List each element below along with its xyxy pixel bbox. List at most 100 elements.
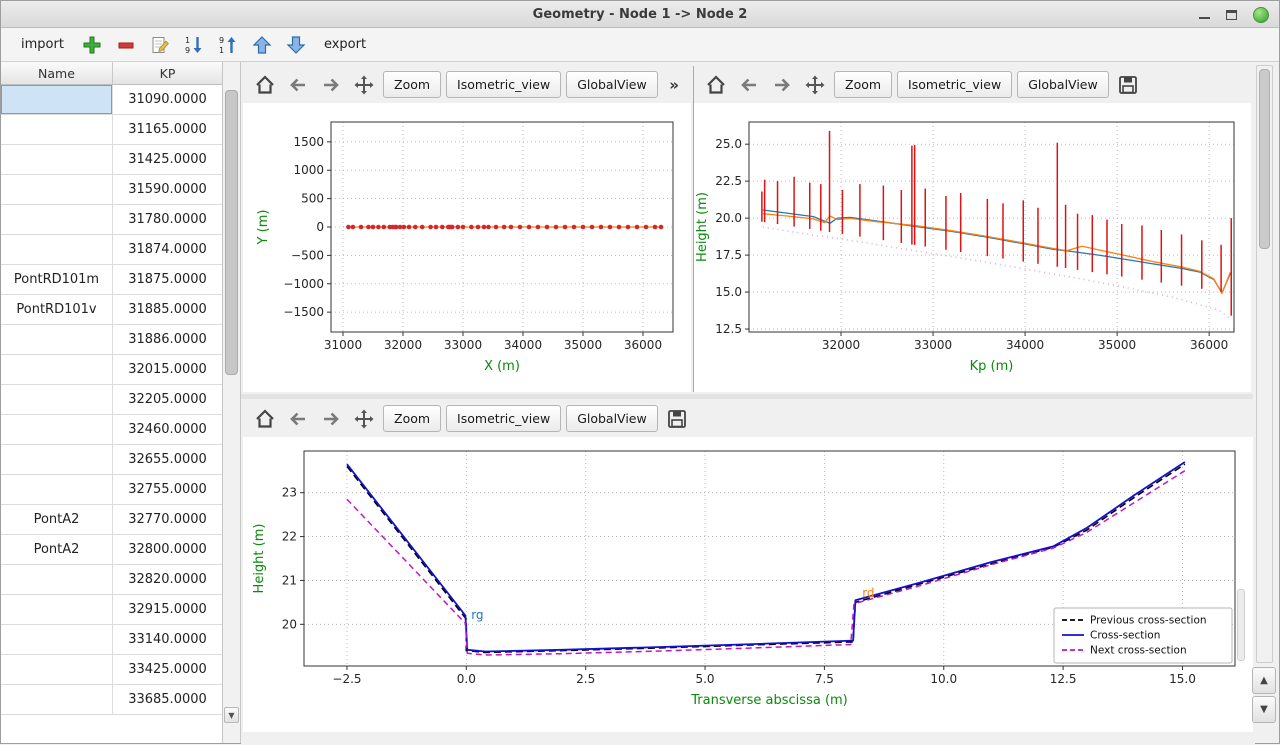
sort-descending-button[interactable]: 19 — [180, 31, 208, 59]
table-scrollbar[interactable]: ▼ — [223, 62, 241, 743]
cross-section-chart[interactable]: −2.50.02.55.07.510.012.515.020212223Tran… — [243, 437, 1251, 730]
table-scrollbar-thumb[interactable] — [225, 90, 238, 375]
cell-kp[interactable]: 32015.0000 — [113, 355, 222, 384]
cell-name[interactable] — [1, 325, 113, 354]
pan-button[interactable] — [350, 71, 378, 99]
table-row[interactable]: 32915.0000 — [1, 595, 222, 625]
cell-kp[interactable]: 31090.0000 — [113, 85, 222, 114]
cell-kp[interactable]: 31425.0000 — [113, 145, 222, 174]
table-row[interactable]: 33140.0000 — [1, 625, 222, 655]
sort-ascending-button[interactable]: 91 — [214, 31, 242, 59]
table-row[interactable]: 31090.0000 — [1, 85, 222, 115]
maximize-icon[interactable] — [1226, 10, 1237, 20]
table-row[interactable]: 31874.0000 — [1, 235, 222, 265]
cell-kp[interactable]: 31874.0000 — [113, 235, 222, 264]
column-header-name[interactable]: Name — [1, 62, 113, 84]
minimize-icon[interactable] — [1199, 17, 1210, 19]
remove-row-button[interactable] — [112, 31, 140, 59]
table-row[interactable]: 31425.0000 — [1, 145, 222, 175]
table-row[interactable]: 31165.0000 — [1, 115, 222, 145]
back-button[interactable] — [284, 71, 312, 99]
cell-name[interactable] — [1, 445, 113, 474]
save-button[interactable] — [663, 405, 691, 433]
toolbar-overflow-icon[interactable]: » — [665, 76, 683, 94]
cell-kp[interactable]: 31165.0000 — [113, 115, 222, 144]
cell-kp[interactable]: 32800.0000 — [113, 535, 222, 564]
pan-button[interactable] — [350, 405, 378, 433]
isometric-view-button[interactable]: Isometric_view — [897, 71, 1012, 98]
cell-name[interactable] — [1, 115, 113, 144]
scroll-down-button[interactable]: ▼ — [1252, 696, 1276, 723]
cell-name[interactable]: PontA2 — [1, 505, 113, 534]
cell-kp[interactable]: 31885.0000 — [113, 295, 222, 324]
cell-kp[interactable]: 32205.0000 — [113, 385, 222, 414]
cell-kp[interactable]: 32460.0000 — [113, 415, 222, 444]
isometric-view-button[interactable]: Isometric_view — [446, 71, 561, 98]
table-row[interactable]: 32820.0000 — [1, 565, 222, 595]
table-row[interactable]: PontA232770.0000 — [1, 505, 222, 535]
forward-button[interactable] — [768, 71, 796, 99]
save-button[interactable] — [1114, 71, 1142, 99]
table-row[interactable]: PontRD101m31875.0000 — [1, 265, 222, 295]
global-view-button[interactable]: GlobalView — [566, 405, 658, 432]
bottom-panel-scrollbar[interactable] — [1237, 589, 1245, 661]
cell-name[interactable] — [1, 475, 113, 504]
titlebar[interactable]: Geometry - Node 1 -> Node 2 — [1, 1, 1279, 28]
import-button[interactable]: import — [13, 33, 72, 56]
home-button[interactable] — [251, 405, 279, 433]
cell-kp[interactable]: 32770.0000 — [113, 505, 222, 534]
cell-kp[interactable]: 31886.0000 — [113, 325, 222, 354]
zoom-button[interactable]: Zoom — [383, 405, 441, 432]
main-scrollbar-thumb[interactable] — [1259, 69, 1270, 249]
table-row[interactable]: 33425.0000 — [1, 655, 222, 685]
export-button[interactable]: export — [316, 33, 374, 56]
add-row-button[interactable] — [78, 31, 106, 59]
cell-kp[interactable]: 31590.0000 — [113, 175, 222, 204]
table-row[interactable]: PontRD101v31885.0000 — [1, 295, 222, 325]
cell-kp[interactable]: 33685.0000 — [113, 685, 222, 714]
table-row[interactable]: 32655.0000 — [1, 445, 222, 475]
table-row[interactable]: 32205.0000 — [1, 385, 222, 415]
cell-name[interactable] — [1, 205, 113, 234]
cell-name[interactable]: PontA2 — [1, 535, 113, 564]
main-scrollbar[interactable] — [1256, 65, 1273, 663]
zoom-button[interactable]: Zoom — [383, 71, 441, 98]
global-view-button[interactable]: GlobalView — [1017, 71, 1109, 98]
cell-name[interactable] — [1, 145, 113, 174]
cell-name[interactable] — [1, 235, 113, 264]
table-row[interactable]: PontA232800.0000 — [1, 535, 222, 565]
forward-button[interactable] — [317, 405, 345, 433]
home-button[interactable] — [702, 71, 730, 99]
home-button[interactable] — [251, 71, 279, 99]
isometric-view-button[interactable]: Isometric_view — [446, 405, 561, 432]
table-row[interactable]: 33685.0000 — [1, 685, 222, 715]
zoom-button[interactable]: Zoom — [834, 71, 892, 98]
table-row[interactable]: 32460.0000 — [1, 415, 222, 445]
back-button[interactable] — [284, 405, 312, 433]
cell-name[interactable] — [1, 565, 113, 594]
table-row[interactable]: 31780.0000 — [1, 205, 222, 235]
global-view-button[interactable]: GlobalView — [566, 71, 658, 98]
cell-kp[interactable]: 31875.0000 — [113, 265, 222, 294]
cell-name[interactable]: PontRD101v — [1, 295, 113, 324]
table-row[interactable]: 32755.0000 — [1, 475, 222, 505]
table-row[interactable]: 31886.0000 — [1, 325, 222, 355]
cell-kp[interactable]: 33425.0000 — [113, 655, 222, 684]
cell-name[interactable] — [1, 655, 113, 684]
horizontal-splitter[interactable] — [241, 394, 1253, 399]
cell-kp[interactable]: 33140.0000 — [113, 625, 222, 654]
cell-kp[interactable]: 32820.0000 — [113, 565, 222, 594]
cell-name[interactable] — [1, 685, 113, 714]
cell-name[interactable] — [1, 175, 113, 204]
cell-name[interactable] — [1, 415, 113, 444]
scroll-up-button[interactable]: ▲ — [1252, 667, 1276, 694]
plan-view-chart[interactable]: 310003200033000340003500036000−1500−1000… — [243, 103, 689, 390]
cell-kp[interactable]: 31780.0000 — [113, 205, 222, 234]
move-down-button[interactable] — [282, 31, 310, 59]
cell-name[interactable] — [1, 85, 113, 114]
cell-name[interactable] — [1, 355, 113, 384]
cell-kp[interactable]: 32915.0000 — [113, 595, 222, 624]
cell-name[interactable]: PontRD101m — [1, 265, 113, 294]
forward-button[interactable] — [317, 71, 345, 99]
close-icon[interactable] — [1253, 7, 1269, 23]
